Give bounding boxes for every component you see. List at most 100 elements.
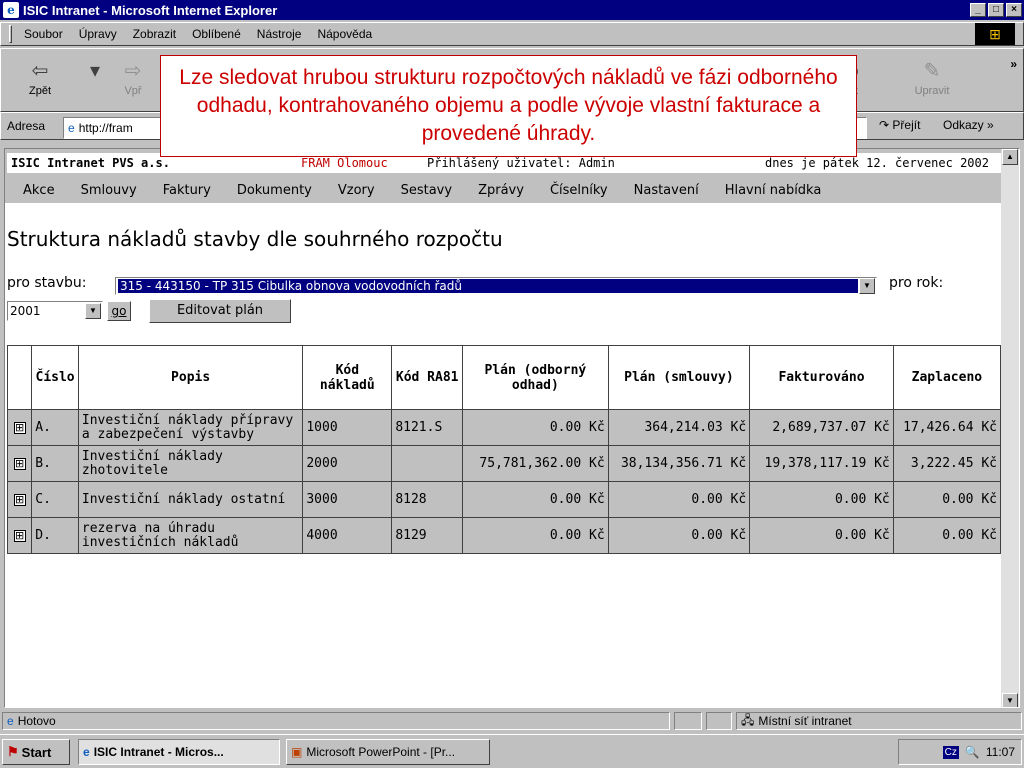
taskbar: ⚑ Start e ISIC Intranet - Micros... ▣ Mi… <box>0 734 1024 768</box>
annotation-callout: Lze sledovat hrubou strukturu rozpočtový… <box>160 55 857 157</box>
edit-button[interactable]: ✎ Upravit <box>907 57 957 105</box>
expand-cell[interactable]: ⊞ <box>6 517 33 554</box>
task-ie[interactable]: e ISIC Intranet - Micros... <box>78 739 280 765</box>
col-odhad-header: Plán (odborný odhad) <box>462 345 609 410</box>
cell-smlouvy: 0.00 Kč <box>607 481 751 518</box>
back-dropdown[interactable]: ▾ <box>85 57 105 105</box>
forward-arrow-icon: ⇨ <box>124 60 142 82</box>
col-expand-header <box>6 345 33 410</box>
forward-button[interactable]: ⇨ Vpř <box>113 57 153 105</box>
go-submit-button[interactable]: go <box>107 301 131 321</box>
app-menu-hlavni-nabidka[interactable]: Hlavní nabídka <box>725 183 822 198</box>
app-menu-ciselniky[interactable]: Číselníky <box>550 183 608 198</box>
col-ra81-header: Kód RA81 <box>391 345 464 410</box>
status-zone: Místní síť intranet <box>758 714 852 728</box>
expand-icon[interactable]: ⊞ <box>13 422 26 434</box>
ie-logo-icon: e <box>3 2 19 18</box>
address-url: http://fram <box>78 121 133 135</box>
close-button[interactable]: × <box>1006 3 1022 17</box>
cell-kod: 3000 <box>302 481 393 518</box>
status-panel-progress <box>674 712 702 730</box>
app-menu-zpravy[interactable]: Zprávy <box>478 183 524 198</box>
menu-soubor[interactable]: Soubor <box>16 27 71 41</box>
table-header-row: Číslo Popis Kód nákladů Kód RA81 Plán (o… <box>6 345 1002 410</box>
cell-popis: rezerva na úhradu investičních nákladů <box>77 517 304 554</box>
menu-upravy[interactable]: Úpravy <box>71 27 125 41</box>
app-menu-nastaveni[interactable]: Nastavení <box>634 183 699 198</box>
cell-zaplaceno: 0.00 Kč <box>892 517 1002 554</box>
window-title-bar: e ISIC Intranet - Microsoft Internet Exp… <box>0 0 1024 20</box>
app-menu-smlouvy[interactable]: Smlouvy <box>81 183 137 198</box>
table-row: ⊞ C. Investiční náklady ostatní 3000 812… <box>6 481 1002 518</box>
expand-icon[interactable]: ⊞ <box>13 458 26 470</box>
menu-zobrazit[interactable]: Zobrazit <box>125 27 184 41</box>
stavba-selected-value: 315 - 443150 - TP 315 Cibulka obnova vod… <box>118 279 858 293</box>
cell-kod: 2000 <box>302 445 393 482</box>
table-row: ⊞ A. Investiční náklady přípravy a zabez… <box>6 409 1002 446</box>
app-menu-faktury[interactable]: Faktury <box>163 183 211 198</box>
cell-zaplaceno: 0.00 Kč <box>892 481 1002 518</box>
expand-icon[interactable]: ⊞ <box>13 494 26 506</box>
cell-kod: 4000 <box>302 517 393 554</box>
task-powerpoint-label: Microsoft PowerPoint - [Pr... <box>306 745 456 759</box>
edit-plan-button[interactable]: Editovat plán <box>149 299 291 323</box>
cell-cislo: B. <box>31 445 79 482</box>
rok-selected-value: 2001 <box>10 304 41 318</box>
stavba-label: pro stavbu: <box>7 275 87 291</box>
cell-odhad: 75,781,362.00 Kč <box>462 445 609 482</box>
app-menu-dokumenty[interactable]: Dokumenty <box>237 183 312 198</box>
tray-network-icon[interactable]: 🔍 <box>965 745 980 759</box>
organization-link[interactable]: FRAM Olomouc <box>301 156 388 170</box>
col-zaplaceno-header: Zaplaceno <box>892 345 1002 410</box>
expand-cell[interactable]: ⊞ <box>6 481 33 518</box>
menu-bar: Soubor Úpravy Zobrazit Oblíbené Nástroje… <box>0 22 1024 46</box>
logged-user: Přihlášený uživatel: Admin <box>427 156 615 170</box>
scroll-down-arrow-icon[interactable]: ▼ <box>1002 693 1018 707</box>
links-button[interactable]: Odkazy » <box>943 118 994 132</box>
expand-icon[interactable]: ⊞ <box>13 530 26 542</box>
status-bar: e Hotovo 🖧 Místní síť intranet <box>0 710 1024 732</box>
page-title: Struktura nákladů stavby dle souhrného r… <box>7 227 503 251</box>
start-button[interactable]: ⚑ Start <box>2 739 70 765</box>
menu-napoveda[interactable]: Nápověda <box>309 27 380 41</box>
rok-dropdown-arrow-icon[interactable]: ▼ <box>85 303 101 319</box>
stavba-dropdown-arrow-icon[interactable]: ▼ <box>859 278 875 294</box>
app-menu-akce[interactable]: Akce <box>23 183 55 198</box>
col-cislo-header: Číslo <box>31 345 79 410</box>
rok-select[interactable]: 2001 ▼ <box>7 301 103 321</box>
stavba-select[interactable]: 315 - 443150 - TP 315 Cibulka obnova vod… <box>115 277 877 295</box>
edit-label: Upravit <box>914 85 950 97</box>
expand-cell[interactable]: ⊞ <box>6 409 33 446</box>
back-button[interactable]: ⇦ Zpět <box>15 57 65 105</box>
go-button[interactable]: ↷ Přejít <box>879 118 920 132</box>
maximize-button[interactable]: □ <box>988 3 1004 17</box>
back-label: Zpět <box>28 85 51 97</box>
language-indicator[interactable]: Cz <box>942 745 959 759</box>
status-zone-panel: 🖧 Místní síť intranet <box>736 712 1022 730</box>
cell-fakturovano: 0.00 Kč <box>749 517 894 554</box>
cell-kod: 1000 <box>302 409 393 446</box>
menu-nastroje[interactable]: Nástroje <box>249 27 310 41</box>
company-name: ISIC Intranet PVS a.s. <box>11 156 170 170</box>
table-row: ⊞ B. Investiční náklady zhotovitele 2000… <box>6 445 1002 482</box>
app-menu-vzory[interactable]: Vzory <box>338 183 375 198</box>
rok-label: pro rok: <box>889 275 944 291</box>
windows-flag-icon: ⚑ <box>7 744 19 759</box>
minimize-button[interactable]: _ <box>970 3 986 17</box>
col-kod-header: Kód nákladů <box>302 345 393 410</box>
menu-oblibene[interactable]: Oblíbené <box>184 27 249 41</box>
status-panel-secure <box>706 712 732 730</box>
scroll-up-arrow-icon[interactable]: ▲ <box>1002 149 1018 165</box>
task-ie-label: ISIC Intranet - Micros... <box>93 745 224 759</box>
toolbar-more-chevron[interactable]: » <box>1010 57 1017 71</box>
task-powerpoint[interactable]: ▣ Microsoft PowerPoint - [Pr... <box>286 739 490 765</box>
app-menu-sestavy[interactable]: Sestavy <box>401 183 452 198</box>
page-viewport: ISIC Intranet PVS a.s. FRAM Olomouc Přih… <box>4 148 1020 708</box>
go-label: Přejít <box>892 118 921 132</box>
cell-popis: Investiční náklady zhotovitele <box>77 445 304 482</box>
vertical-scrollbar[interactable]: ▲ ▼ <box>1001 149 1019 707</box>
expand-cell[interactable]: ⊞ <box>6 445 33 482</box>
cell-cislo: D. <box>31 517 79 554</box>
col-fakturovano-header: Fakturováno <box>749 345 894 410</box>
cell-popis: Investiční náklady ostatní <box>77 481 304 518</box>
